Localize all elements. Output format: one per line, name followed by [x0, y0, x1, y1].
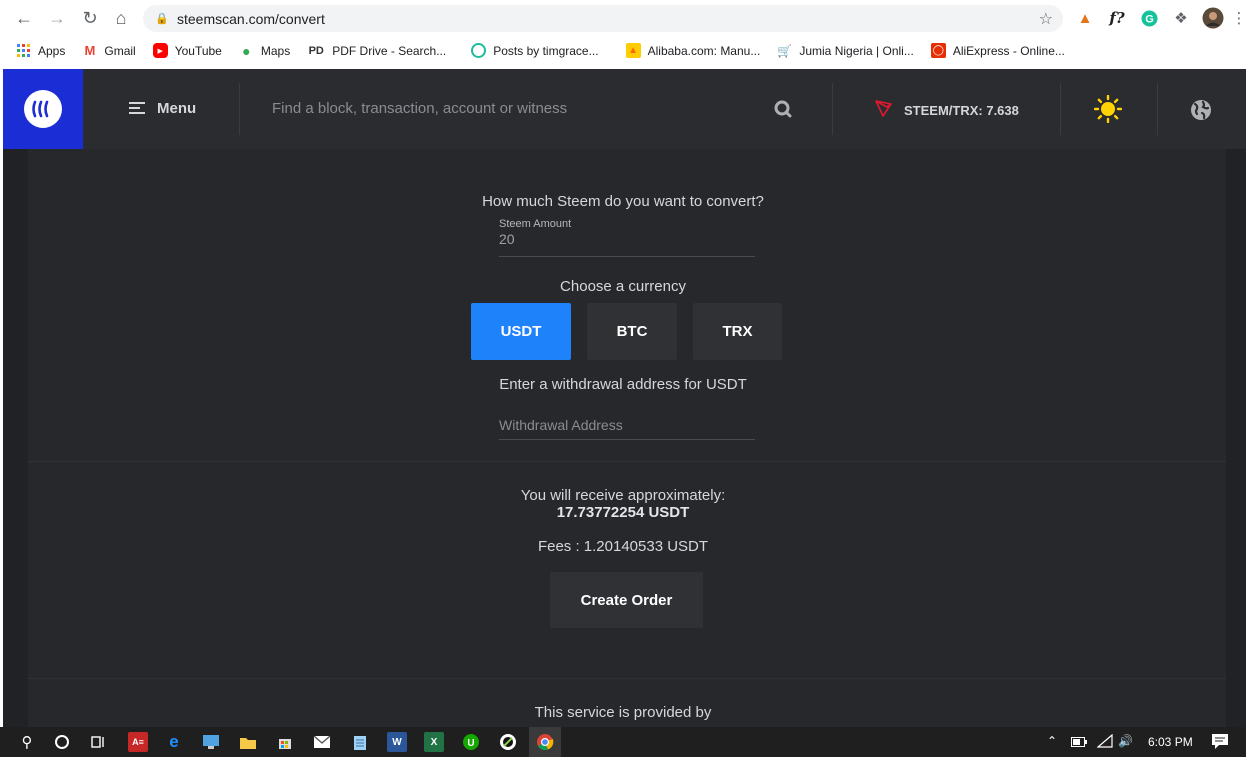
bookmarks-bar: Apps M Gmail ▶ YouTube ● Maps PD PDF Dri… [0, 37, 1246, 64]
tray-chevron-icon[interactable]: ⌃ [1047, 734, 1057, 748]
aliexpress-icon: ◯ [930, 43, 946, 58]
pdf-drive-icon: PD [308, 44, 324, 57]
metamask-fox-icon[interactable]: ▲ [1074, 7, 1096, 29]
tor-app-icon[interactable] [498, 732, 518, 752]
browser-toolbar: ← → ↻ ⌂ 🔒 steemscan.com/convert ☆ ▲ f? G… [0, 0, 1246, 69]
home-icon[interactable]: ⌂ [109, 6, 133, 30]
clock-time[interactable]: 6:03 PM [1148, 735, 1193, 749]
windows-taskbar: ⚲ A≡ e W X U ⌃ 🔊 6:03 PM [0, 727, 1246, 757]
lock-icon: 🔒 [155, 12, 169, 25]
bookmark-aliexpress[interactable]: ◯ AliExpress - Online... [930, 43, 1065, 58]
youtube-icon: ▶ [152, 43, 168, 58]
site-header: Menu Find a block, transaction, account … [3, 69, 1246, 149]
forward-arrow-icon[interactable]: → [45, 6, 69, 30]
currency-usdt-button[interactable]: USDT [471, 303, 571, 360]
apps-grid-icon [16, 43, 31, 58]
store-icon[interactable] [275, 732, 295, 752]
volume-icon[interactable]: 🔊 [1118, 734, 1133, 748]
formula-extension-icon[interactable]: f? [1106, 7, 1128, 29]
section-divider [28, 678, 1226, 679]
bookmark-star-icon[interactable]: ☆ [1039, 9, 1053, 29]
battery-icon[interactable] [1071, 736, 1087, 750]
create-order-button[interactable]: Create Order [550, 572, 703, 628]
bookmark-youtube[interactable]: ▶ YouTube [152, 43, 222, 58]
file-explorer-icon[interactable] [238, 732, 258, 752]
wifi-icon[interactable] [1096, 733, 1113, 751]
notifications-icon[interactable] [1211, 733, 1229, 753]
header-divider [239, 83, 240, 135]
provided-by-text: This service is provided by [534, 704, 712, 721]
chrome-icon[interactable] [535, 732, 555, 752]
edge-icon[interactable]: e [164, 732, 184, 752]
cortana-icon[interactable] [52, 732, 72, 752]
bookmark-gmail[interactable]: M Gmail [82, 43, 135, 58]
upwork-icon[interactable]: U [461, 732, 481, 752]
bookmark-maps[interactable]: ● Maps [239, 42, 290, 59]
convert-question: How much Steem do you want to convert? [482, 193, 764, 210]
steem-logo[interactable] [3, 69, 83, 149]
withdrawal-prompt: Enter a withdrawal address for USDT [499, 376, 747, 393]
url-text: steemscan.com/convert [177, 10, 325, 27]
tron-icon [875, 100, 892, 120]
search-icon[interactable]: ⚲ [17, 732, 37, 752]
steem-trx-price[interactable]: STEEM/TRX: 7.638 [875, 100, 1019, 120]
notepad-icon[interactable] [350, 732, 370, 752]
globe-language-icon[interactable] [1190, 99, 1212, 126]
bookmark-alibaba[interactable]: ▲ Alibaba.com: Manu... [625, 43, 760, 58]
header-divider [1157, 83, 1158, 135]
back-arrow-icon[interactable]: ← [12, 6, 36, 30]
grammarly-icon[interactable]: G [1138, 7, 1160, 29]
excel-icon[interactable]: X [424, 732, 444, 752]
svg-text:G: G [1145, 13, 1154, 25]
choose-currency-label: Choose a currency [560, 278, 686, 295]
section-divider [28, 461, 1226, 462]
maps-icon: ● [242, 42, 251, 59]
reload-icon[interactable]: ↻ [78, 6, 102, 30]
withdrawal-address-underline [499, 439, 755, 440]
steem-amount-input[interactable]: 20 [499, 231, 515, 247]
extensions-puzzle-icon[interactable]: ❖ [1170, 7, 1192, 29]
fees-text: Fees : 1.20140533 USDT [537, 538, 709, 555]
currency-trx-button[interactable]: TRX [693, 303, 782, 360]
bookmark-apps[interactable]: Apps [16, 43, 65, 58]
header-divider [832, 83, 833, 135]
sun-theme-icon[interactable] [1093, 94, 1123, 128]
steem-amount-label: Steem Amount [499, 218, 572, 230]
search-icon[interactable] [773, 99, 793, 124]
ab-app-icon[interactable]: A≡ [128, 732, 148, 752]
jumia-icon: 🛒 [777, 43, 793, 58]
header-divider [1060, 83, 1061, 135]
currency-btc-button[interactable]: BTC [587, 303, 677, 360]
address-bar[interactable]: 🔒 steemscan.com/convert ☆ [143, 5, 1063, 32]
task-view-icon[interactable] [88, 732, 108, 752]
convert-panel [28, 149, 1226, 727]
browser-menu-icon[interactable]: ⋮ [1232, 7, 1246, 29]
desktop-app-icon[interactable] [201, 732, 221, 752]
svg-text:U: U [467, 738, 474, 749]
withdrawal-address-input[interactable]: Withdrawal Address [499, 417, 623, 433]
steem-logo-icon [24, 90, 62, 128]
bookmark-pdf-drive[interactable]: PD PDF Drive - Search... [307, 43, 447, 58]
profile-avatar[interactable] [1202, 7, 1224, 29]
hamburger-icon [129, 99, 145, 117]
menu-button[interactable]: Menu [129, 99, 196, 117]
bookmark-posts[interactable]: Posts by timgrace... [471, 43, 599, 58]
bookmark-jumia[interactable]: 🛒 Jumia Nigeria | Onli... [777, 43, 913, 58]
steem-amount-underline [499, 256, 755, 257]
receive-amount: 17.73772254 USDT [556, 504, 690, 521]
word-icon[interactable]: W [387, 732, 407, 752]
receive-label: You will receive approximately: [520, 487, 726, 504]
posts-icon [471, 43, 487, 58]
gmail-icon: M [84, 43, 96, 58]
mail-icon[interactable] [312, 732, 332, 752]
search-input[interactable]: Find a block, transaction, account or wi… [272, 100, 567, 117]
alibaba-icon: ▲ [625, 43, 641, 58]
